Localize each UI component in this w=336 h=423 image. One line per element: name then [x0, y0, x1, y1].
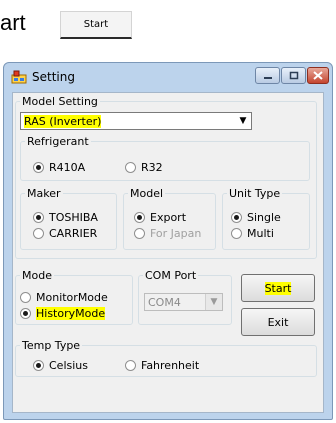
- radio-dot-checked: [20, 308, 31, 319]
- radio-label: Export: [150, 211, 187, 224]
- app-icon: [11, 70, 27, 84]
- minimize-button[interactable]: [255, 67, 280, 84]
- close-button[interactable]: [307, 67, 329, 84]
- radio-dot-checked: [33, 212, 44, 223]
- radio-label: R32: [141, 161, 163, 174]
- radio-for-japan: For Japan: [134, 227, 201, 240]
- refrigerant-legend: Refrigerant: [27, 135, 89, 148]
- radio-dot: [125, 162, 136, 173]
- radio-export[interactable]: Export: [134, 211, 186, 224]
- radio-dot-checked: [33, 360, 44, 371]
- model-legend: Model: [130, 187, 164, 200]
- radio-r32[interactable]: R32: [125, 161, 163, 174]
- com-port-value: COM4: [148, 295, 181, 309]
- radio-toshiba[interactable]: TOSHIBA: [33, 211, 98, 224]
- instruction-text: art: [0, 10, 26, 35]
- title-bar[interactable]: Setting: [4, 63, 332, 93]
- radio-single[interactable]: Single: [231, 211, 281, 224]
- start-button[interactable]: Start: [241, 274, 315, 302]
- model-select[interactable]: RAS (Inverter) ▼: [20, 112, 252, 130]
- radio-label: For Japan: [150, 227, 202, 240]
- exit-button[interactable]: Exit: [241, 308, 315, 336]
- radio-dot: [134, 228, 145, 239]
- start-button-label: Start: [264, 281, 292, 295]
- radio-multi[interactable]: Multi: [231, 227, 274, 240]
- maker-legend: Maker: [27, 187, 61, 200]
- radio-label: Multi: [247, 227, 274, 240]
- radio-dot-checked: [134, 212, 145, 223]
- radio-label: CARRIER: [49, 227, 98, 240]
- com-port-legend: COM Port: [145, 269, 197, 282]
- radio-carrier[interactable]: CARRIER: [33, 227, 97, 240]
- radio-dot-checked: [231, 212, 242, 223]
- radio-label: R410A: [49, 161, 86, 174]
- radio-label: Fahrenheit: [141, 359, 200, 372]
- chevron-down-icon: ▼: [205, 294, 222, 310]
- radio-celsius[interactable]: Celsius: [33, 359, 88, 372]
- radio-dot: [20, 292, 31, 303]
- setting-window: Setting Model Setting RAS (Inverter) ▼ R…: [3, 62, 333, 420]
- maximize-icon: [289, 71, 298, 80]
- maximize-button[interactable]: [281, 67, 306, 84]
- minimize-icon: [263, 76, 272, 79]
- refrigerant-group: Refrigerant: [20, 135, 310, 181]
- radio-label: TOSHIBA: [49, 211, 98, 224]
- radio-label: Single: [247, 211, 281, 224]
- radio-fahrenheit[interactable]: Fahrenheit: [125, 359, 199, 372]
- unit-type-legend: Unit Type: [229, 187, 281, 200]
- radio-dot: [125, 360, 136, 371]
- radio-r410a[interactable]: R410A: [33, 161, 85, 174]
- chevron-down-icon[interactable]: ▼: [235, 113, 251, 129]
- start-button-sample[interactable]: Start: [60, 11, 132, 39]
- radio-monitor-mode[interactable]: MonitorMode: [20, 291, 108, 304]
- radio-label: HistoryMode: [36, 307, 106, 320]
- window-title: Setting: [32, 70, 75, 84]
- model-setting-legend: Model Setting: [22, 95, 98, 108]
- mode-legend: Mode: [22, 269, 52, 282]
- model-select-value: RAS (Inverter): [24, 114, 102, 128]
- close-icon: [313, 71, 323, 80]
- radio-dot-checked: [33, 162, 44, 173]
- radio-dot: [231, 228, 242, 239]
- radio-label: Celsius: [49, 359, 88, 372]
- radio-dot: [33, 228, 44, 239]
- radio-history-mode[interactable]: HistoryMode: [20, 307, 106, 320]
- temp-type-legend: Temp Type: [22, 339, 81, 352]
- com-port-select: COM4 ▼: [144, 293, 223, 311]
- window-client-area: Model Setting RAS (Inverter) ▼ Refrigera…: [12, 92, 324, 413]
- radio-label: MonitorMode: [36, 291, 108, 304]
